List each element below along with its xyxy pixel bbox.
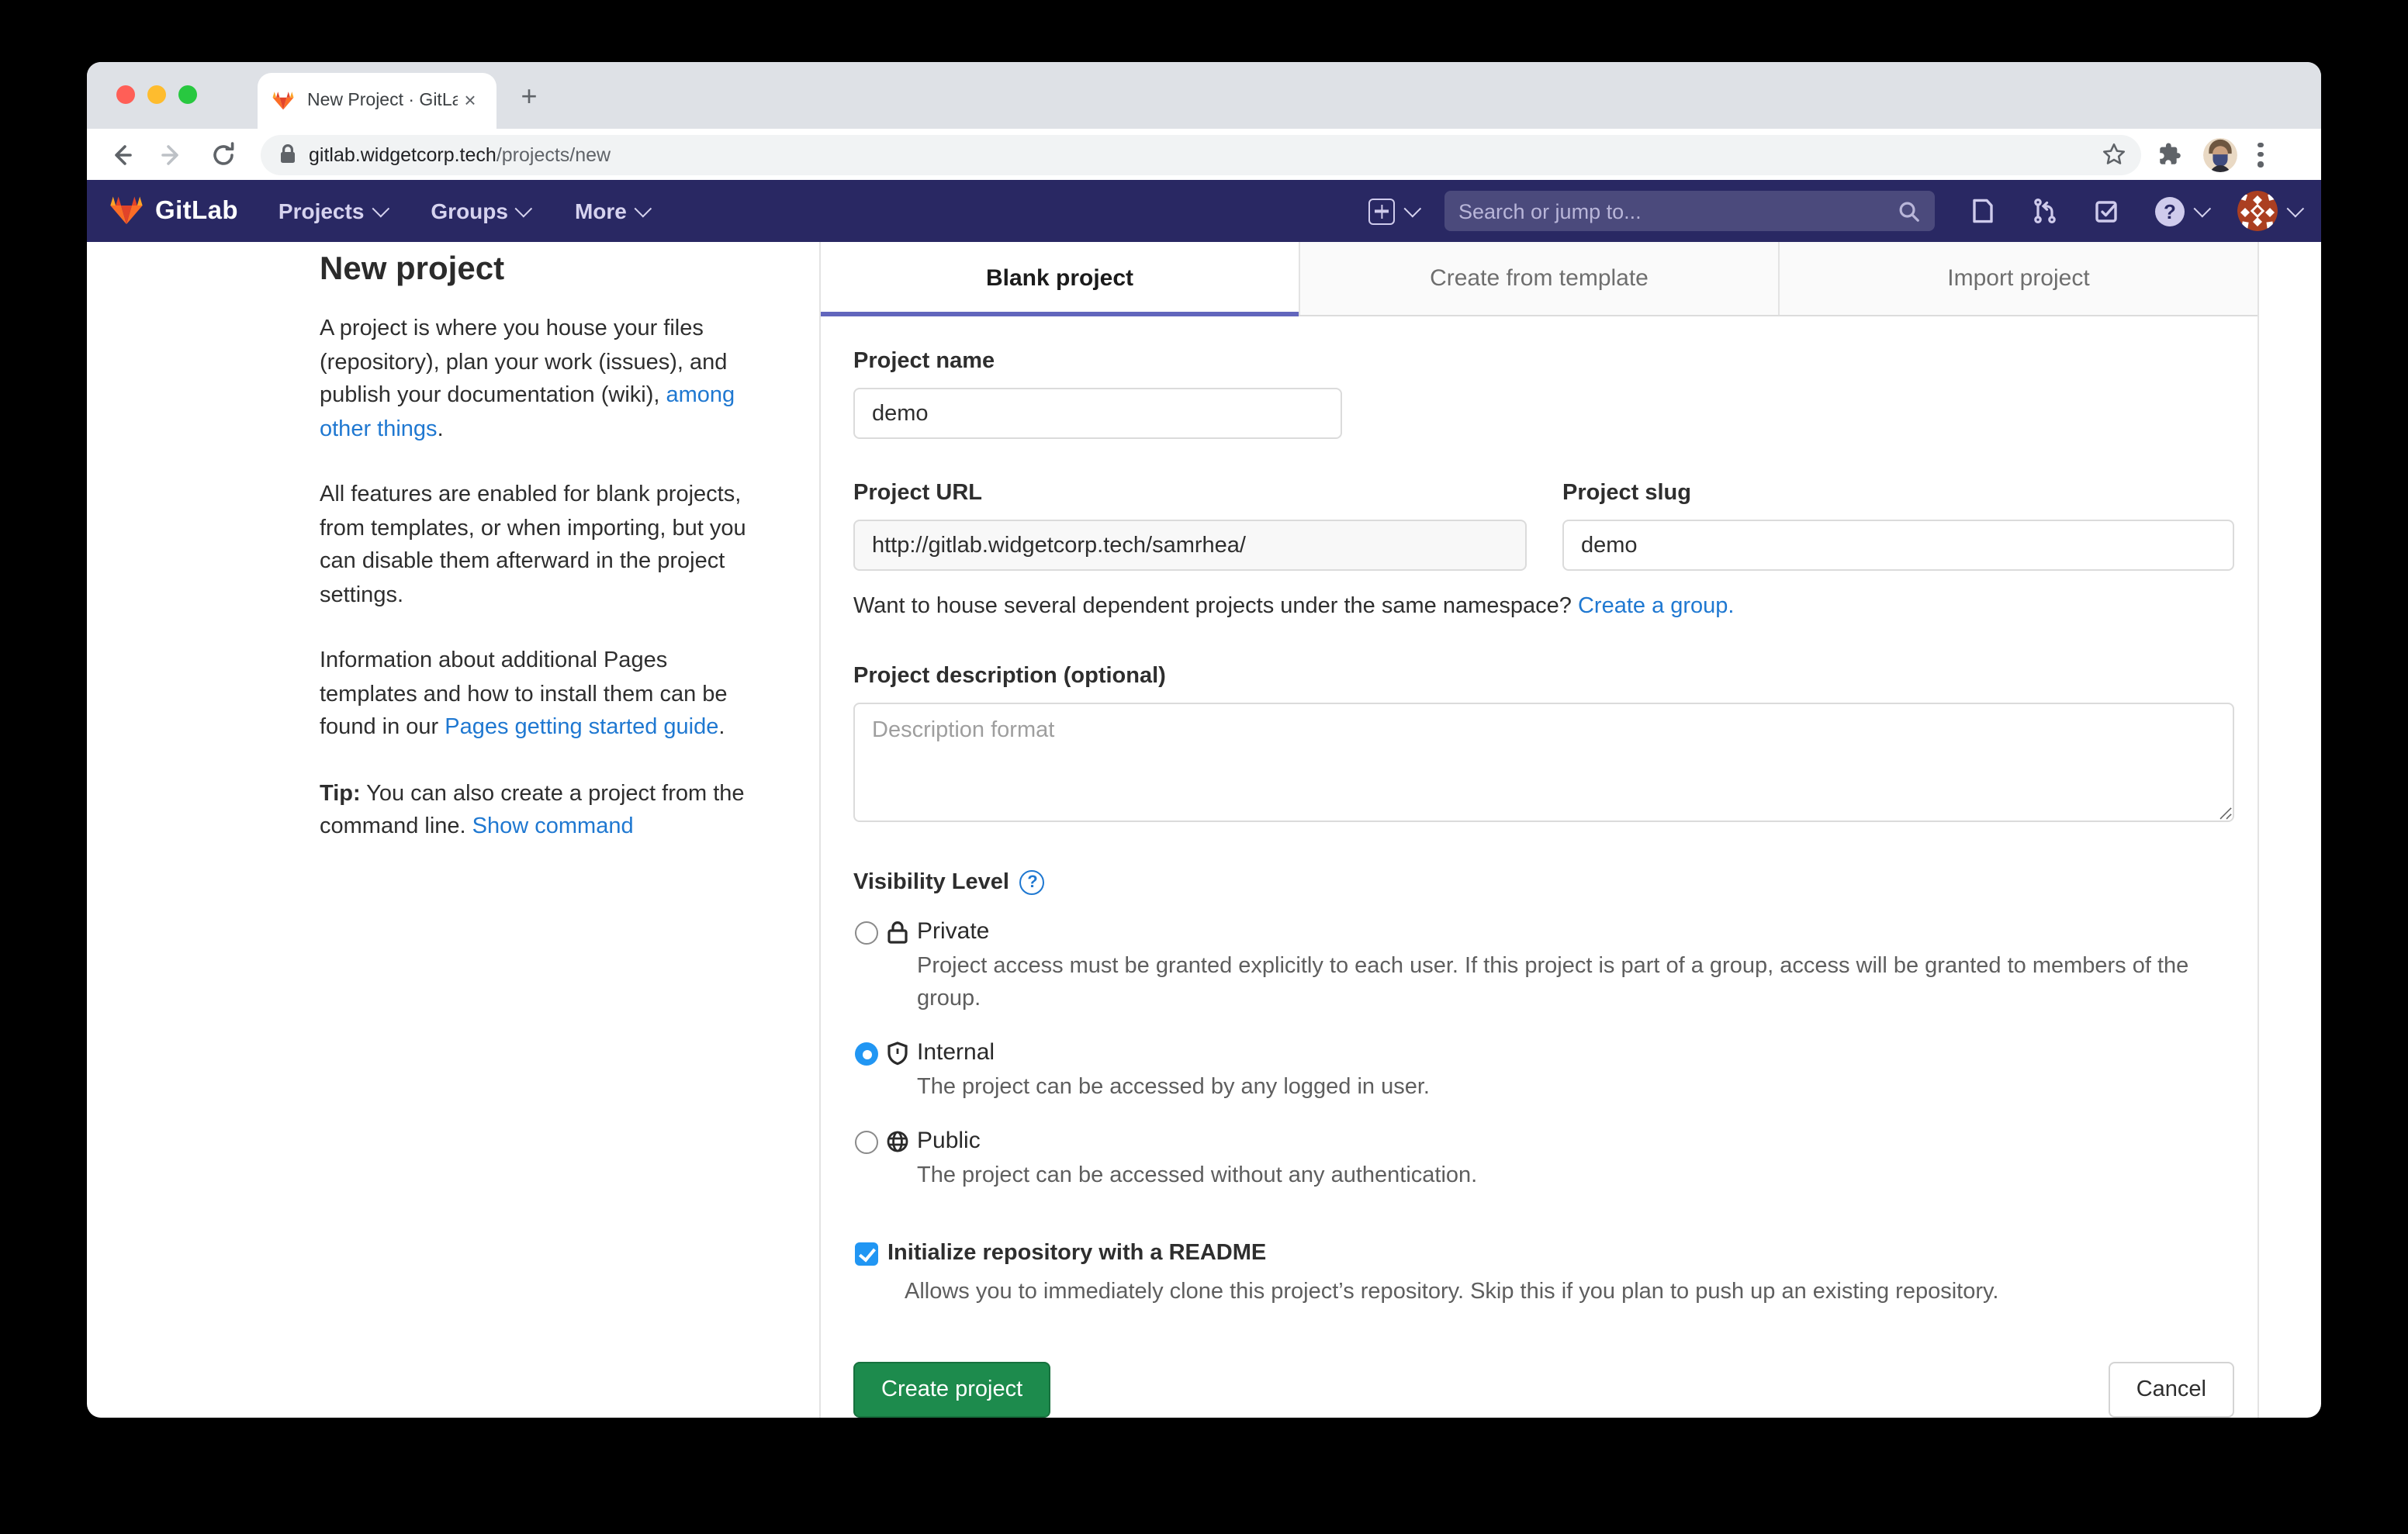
sidebar-help-column: New project A project is where you house… (320, 251, 762, 877)
gitlab-logo[interactable] (109, 194, 144, 228)
page-title: New project (320, 251, 762, 288)
tab-blank-project[interactable]: Blank project (821, 242, 1300, 315)
project-url-field[interactable] (853, 520, 1527, 571)
sidebar-paragraph: All features are enabled for blank proje… (320, 479, 762, 613)
browser-toolbar: gitlab.widgetcorp.tech/projects/new (87, 129, 2321, 180)
navbar-menus: Projects Groups More (279, 199, 647, 223)
readme-checkbox[interactable] (855, 1242, 878, 1266)
project-description-label: Project description (optional) (853, 664, 2234, 689)
browser-menu-icon[interactable] (2258, 142, 2264, 167)
browser-window: New Project · GitLab (87, 62, 2321, 1418)
visibility-level-label: Visibility Level (853, 870, 2234, 895)
navbar-menu-more[interactable]: More (575, 199, 647, 223)
project-name-field[interactable] (853, 388, 1342, 439)
new-menu-plus-icon[interactable] (1368, 198, 1395, 224)
globe-icon (886, 1129, 909, 1154)
project-name-label: Project name (853, 349, 2234, 374)
internal-radio[interactable] (855, 1042, 878, 1066)
chevron-down-icon[interactable] (2287, 200, 2305, 218)
readme-label: Initialize repository with a README (887, 1241, 1266, 1266)
public-radio[interactable] (855, 1131, 878, 1154)
new-project-panel: Blank project Create from template Impor… (819, 242, 2259, 1418)
navbar-menu-groups[interactable]: Groups (431, 199, 528, 223)
browser-tabstrip: New Project · GitLab (87, 62, 2321, 129)
visibility-help-icon[interactable] (1020, 870, 1045, 895)
search-placeholder: Search or jump to... (1458, 199, 1642, 223)
minimize-window-button[interactable] (147, 85, 166, 104)
browser-profile-avatar[interactable] (2203, 137, 2237, 171)
readme-desc: Allows you to immediately clone this pro… (905, 1277, 2234, 1309)
gitlab-navbar: GitLab Projects Groups More Search or ju… (87, 180, 2321, 242)
show-command-link[interactable]: Show command (472, 814, 634, 839)
reload-icon[interactable] (208, 139, 239, 170)
chevron-down-icon[interactable] (2194, 200, 2212, 218)
merge-request-icon[interactable] (2031, 197, 2059, 225)
form-actions: Create project Cancel (853, 1362, 2234, 1418)
new-tab-button[interactable] (512, 81, 546, 115)
tab-create-from-template[interactable]: Create from template (1300, 242, 1780, 315)
chevron-down-icon[interactable] (1404, 200, 1422, 218)
url-path: /projects/new (496, 143, 611, 165)
pages-guide-link[interactable]: Pages getting started guide (445, 715, 718, 740)
project-slug-field[interactable] (1562, 520, 2234, 571)
private-radio[interactable] (855, 921, 878, 945)
lock-icon (886, 920, 909, 945)
browser-tab[interactable]: New Project · GitLab (258, 73, 496, 129)
page-content: New project A project is where you house… (87, 242, 2321, 1356)
visibility-option-internal[interactable]: Internal The project can be accessed by … (853, 1039, 2234, 1104)
search-icon (1898, 199, 1921, 223)
chevron-down-icon (372, 200, 389, 218)
chevron-down-icon (515, 200, 533, 218)
visibility-option-public[interactable]: Public The project can be accessed witho… (853, 1128, 2234, 1193)
visibility-option-private[interactable]: Private Project access must be granted e… (853, 918, 2234, 1016)
namespace-hint: Want to house several dependent projects… (853, 594, 2234, 619)
sidebar-paragraph: Information about additional Pages templ… (320, 645, 762, 745)
sidebar-tip: Tip: You can also create a project from … (320, 778, 762, 845)
navbar-right: Search or jump to... (1368, 191, 2299, 231)
readme-option[interactable]: Initialize repository with a README Allo… (853, 1239, 2234, 1309)
user-avatar[interactable] (2237, 191, 2278, 231)
tab-title: New Project · GitLab (307, 92, 458, 110)
sidebar-paragraph: A project is where you house your files … (320, 313, 762, 447)
zoom-window-button[interactable] (178, 85, 197, 104)
extensions-icon[interactable] (2157, 141, 2183, 168)
traffic-lights (116, 85, 197, 104)
search-input[interactable]: Search or jump to... (1444, 191, 1935, 231)
todo-check-icon[interactable] (2093, 197, 2121, 225)
project-description-field[interactable] (853, 703, 2234, 822)
project-url-label: Project URL (853, 481, 1527, 506)
blank-project-form: Project name Project URL Project slug Wa… (821, 316, 2258, 1418)
create-a-group-link[interactable]: Create a group. (1578, 594, 1735, 619)
gitlab-favicon (272, 90, 295, 112)
close-window-button[interactable] (116, 85, 135, 104)
toolbar-right (2157, 137, 2273, 171)
tab-close-icon[interactable] (458, 88, 483, 113)
lock-icon (279, 144, 296, 164)
bookmark-star-icon[interactable] (2101, 140, 2127, 167)
help-icon[interactable] (2155, 196, 2185, 226)
gitlab-wordmark[interactable]: GitLab (155, 196, 238, 226)
url-text: gitlab.widgetcorp.tech/projects/new (309, 143, 611, 165)
issues-icon[interactable] (1969, 197, 1997, 225)
forward-icon[interactable] (157, 139, 188, 170)
screen: New Project · GitLab (0, 0, 2408, 1534)
project-slug-label: Project slug (1562, 481, 2234, 506)
tab-import-project[interactable]: Import project (1780, 242, 2258, 315)
back-icon[interactable] (106, 139, 137, 170)
cancel-button[interactable]: Cancel (2109, 1362, 2234, 1418)
navbar-menu-projects[interactable]: Projects (279, 199, 385, 223)
url-host: gitlab.widgetcorp.tech (309, 143, 496, 165)
chevron-down-icon (634, 200, 652, 218)
project-type-tabs: Blank project Create from template Impor… (821, 242, 2258, 316)
url-bar[interactable]: gitlab.widgetcorp.tech/projects/new (261, 134, 2141, 174)
create-project-button[interactable]: Create project (853, 1362, 1050, 1418)
shield-icon (886, 1041, 909, 1066)
